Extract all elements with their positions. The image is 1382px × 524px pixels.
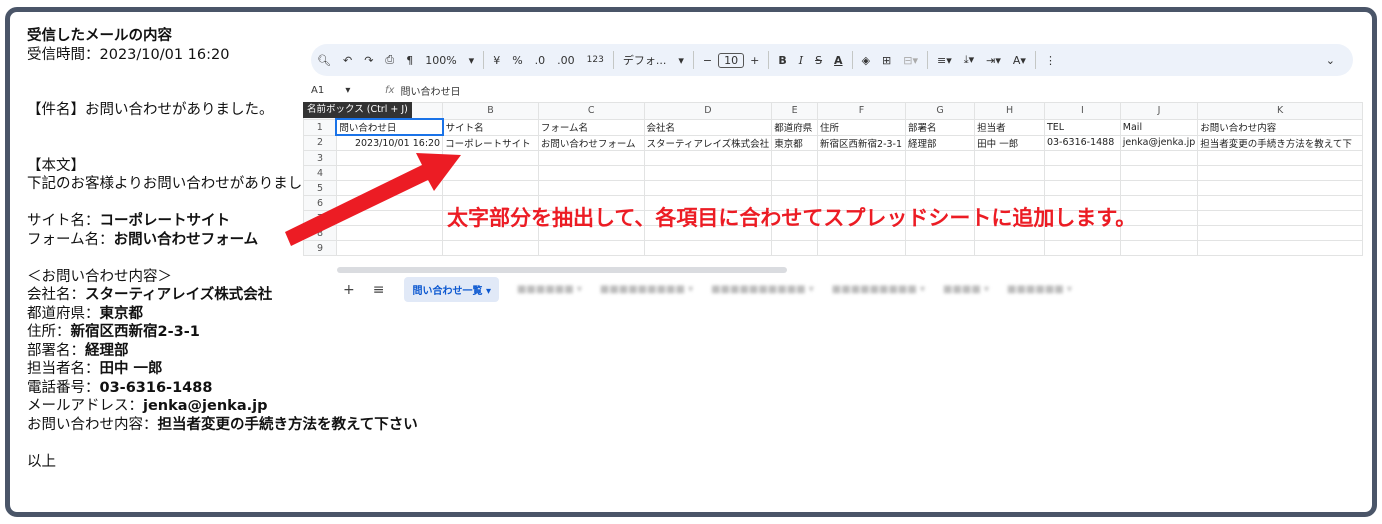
name-box-tooltip: 名前ボックス (Ctrl + J) bbox=[303, 102, 412, 118]
arrow-icon bbox=[285, 153, 461, 246]
callout-text: 太字部分を抽出して、各項目に合わせてスプレッドシートに追加します。 bbox=[447, 206, 1137, 230]
